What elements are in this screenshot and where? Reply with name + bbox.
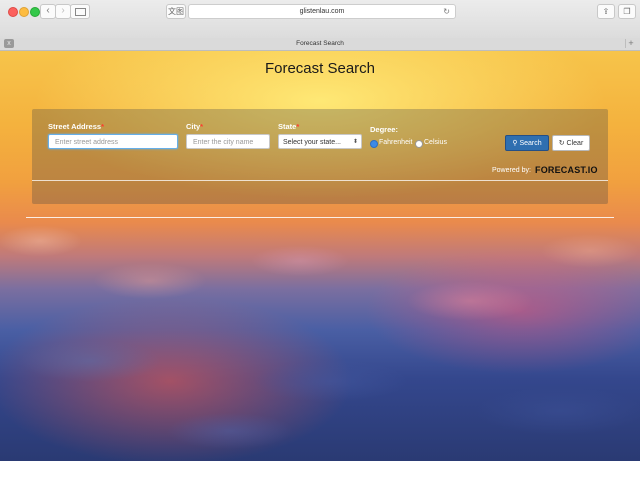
city-placeholder: Enter the city name: [193, 139, 254, 146]
city-label: City*: [186, 122, 203, 131]
fahrenheit-radio[interactable]: [370, 140, 378, 148]
share-button[interactable]: ⇪: [597, 4, 615, 19]
sidebar-toggle-button[interactable]: [70, 4, 90, 19]
zoom-window-button[interactable]: [30, 7, 40, 17]
forecast-io-logo[interactable]: FORECAST.IO: [535, 165, 598, 175]
degree-label-text: Degree: [370, 125, 396, 134]
search-button-label: Search: [519, 140, 542, 147]
state-label-text: State: [278, 122, 297, 131]
required-mark: *: [200, 122, 204, 131]
search-button[interactable]: ⚲ Search: [505, 135, 549, 151]
sidebar-icon: [75, 8, 86, 16]
street-label-text: Street Address: [48, 122, 102, 131]
city-input[interactable]: Enter the city name: [186, 134, 270, 149]
street-address-input[interactable]: Enter street address: [48, 134, 178, 149]
cloud-background: [0, 211, 640, 461]
powered-by-text: Powered by:: [492, 167, 531, 174]
divider: [32, 180, 608, 181]
celsius-label[interactable]: Celsius: [424, 139, 447, 146]
chevron-updown-icon: ⬍: [352, 139, 358, 145]
close-window-button[interactable]: [8, 7, 18, 17]
street-label: Street Address*: [48, 122, 104, 131]
clear-button[interactable]: ↻ Clear: [552, 135, 590, 151]
fahrenheit-label[interactable]: Fahrenheit: [379, 139, 412, 146]
search-form: Street Address* Enter street address Cit…: [32, 109, 608, 204]
address-bar[interactable]: glistenlau.com ↻: [188, 4, 456, 19]
reload-icon[interactable]: ↻: [443, 5, 450, 18]
degree-label: Degree:: [370, 125, 398, 134]
reader-button[interactable]: 文图: [166, 4, 186, 19]
browser-toolbar: ‹ › 文图 glistenlau.com ↻ ⇪ ❐: [0, 0, 640, 39]
state-selected-value: Select your state...: [283, 139, 341, 146]
degree-colon: :: [395, 125, 398, 134]
tab-title[interactable]: Forecast Search: [0, 38, 640, 50]
minimize-window-button[interactable]: [19, 7, 29, 17]
celsius-radio[interactable]: [415, 140, 423, 148]
show-tabs-button[interactable]: ❐: [618, 4, 636, 19]
refresh-icon: ↻: [558, 140, 565, 147]
tab-bar: Forecast Search x +: [0, 38, 640, 51]
state-select[interactable]: Select your state... ⬍: [278, 134, 362, 149]
forward-button[interactable]: ›: [55, 4, 71, 19]
close-tab-icon[interactable]: x: [4, 39, 14, 48]
state-label: State*: [278, 122, 299, 131]
url-text: glistenlau.com: [299, 8, 345, 15]
required-mark: *: [296, 122, 300, 131]
page-divider: [26, 217, 614, 218]
page-title: Forecast Search: [264, 60, 376, 77]
clear-button-label: Clear: [566, 140, 584, 147]
new-tab-button[interactable]: +: [625, 39, 636, 48]
street-placeholder: Enter street address: [55, 139, 119, 146]
city-label-text: City: [186, 122, 201, 131]
page-content: Forecast Search Street Address* Enter st…: [0, 51, 640, 461]
required-mark: *: [101, 122, 104, 131]
search-icon: ⚲: [512, 140, 518, 147]
back-button[interactable]: ‹: [40, 4, 56, 19]
